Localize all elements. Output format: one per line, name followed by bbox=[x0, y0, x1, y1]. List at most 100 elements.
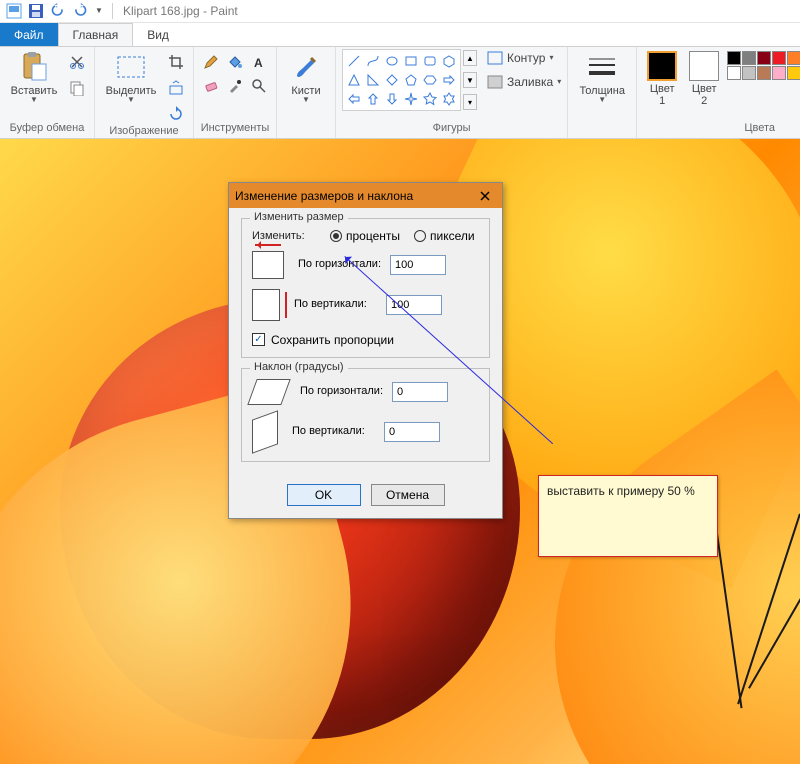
vertical-input[interactable] bbox=[386, 295, 442, 315]
view-tab[interactable]: Вид bbox=[133, 23, 183, 46]
group-thickness: Толщина ▼ bbox=[568, 47, 637, 138]
color-swatch[interactable] bbox=[787, 51, 800, 65]
shape-polygon-icon[interactable] bbox=[440, 52, 458, 70]
color-swatch[interactable] bbox=[757, 51, 771, 65]
pixels-radio[interactable]: пиксели bbox=[414, 229, 475, 243]
shape-star6-icon[interactable] bbox=[440, 90, 458, 108]
shapes-gallery[interactable] bbox=[342, 49, 461, 111]
shape-star5-icon[interactable] bbox=[421, 90, 439, 108]
pencil-icon[interactable] bbox=[200, 51, 222, 73]
title-bar: ▼ Klipart 168.jpg - Paint bbox=[0, 0, 800, 23]
shape-line-icon[interactable] bbox=[345, 52, 363, 70]
home-tab-label: Главная bbox=[73, 28, 119, 42]
percent-label: проценты bbox=[346, 229, 400, 243]
shape-arrow-u-icon[interactable] bbox=[364, 90, 382, 108]
copy-icon[interactable] bbox=[66, 77, 88, 99]
resize-group-label: Изменить размер bbox=[250, 211, 348, 223]
color-swatch[interactable] bbox=[742, 51, 756, 65]
gallery-more-icon[interactable]: ▾ bbox=[463, 94, 477, 110]
color-swatch[interactable] bbox=[727, 51, 741, 65]
shape-curve-icon[interactable] bbox=[364, 52, 382, 70]
percent-radio[interactable]: проценты bbox=[330, 229, 400, 243]
fill-button[interactable]: Заливка ▾ bbox=[487, 75, 561, 89]
window-title: Klipart 168.jpg - Paint bbox=[123, 4, 238, 18]
resize-dialog: Изменение размеров и наклона Изменить ра… bbox=[228, 182, 503, 519]
shape-diamond-icon[interactable] bbox=[383, 71, 401, 89]
shape-star4-icon[interactable] bbox=[402, 90, 420, 108]
ok-button[interactable]: OK bbox=[287, 484, 361, 506]
horizontal-icon bbox=[252, 251, 284, 279]
fill-label: Заливка bbox=[507, 75, 553, 89]
magnifier-icon[interactable] bbox=[248, 75, 270, 97]
paste-button[interactable]: Вставить ▼ bbox=[6, 49, 62, 104]
shape-triangle-icon[interactable] bbox=[345, 71, 363, 89]
color2-swatch bbox=[689, 51, 719, 81]
fill-icon[interactable] bbox=[224, 51, 246, 73]
group-colors: Цвет 1 Цвет 2 Цвета bbox=[637, 47, 800, 138]
shape-pentagon-icon[interactable] bbox=[402, 71, 420, 89]
undo-icon[interactable] bbox=[48, 1, 68, 21]
horizontal-input[interactable] bbox=[390, 255, 446, 275]
cut-icon[interactable] bbox=[66, 51, 88, 73]
crop-icon[interactable] bbox=[165, 51, 187, 73]
group-colors-label: Цвета bbox=[744, 122, 775, 138]
chevron-down-icon: ▾ bbox=[557, 77, 561, 86]
color2-button[interactable]: Цвет 2 bbox=[685, 49, 723, 109]
file-tab[interactable]: Файл bbox=[0, 23, 58, 46]
group-clipboard-label: Буфер обмена bbox=[10, 122, 85, 138]
color-swatch[interactable] bbox=[787, 66, 800, 80]
group-tools-label: Инструменты bbox=[201, 122, 270, 138]
skew-vertical-label: По вертикали: bbox=[292, 425, 384, 438]
pixels-label: пиксели bbox=[430, 229, 475, 243]
text-icon[interactable]: A bbox=[248, 51, 270, 73]
group-tools: A Инструменты bbox=[194, 47, 277, 138]
shape-hexagon-icon[interactable] bbox=[421, 71, 439, 89]
save-icon[interactable] bbox=[26, 1, 46, 21]
chevron-down-icon: ▾ bbox=[549, 53, 553, 62]
redo-icon[interactable] bbox=[70, 1, 90, 21]
picker-icon[interactable] bbox=[224, 75, 246, 97]
brushes-button[interactable]: Кисти ▼ bbox=[283, 49, 329, 104]
color1-button[interactable]: Цвет 1 bbox=[643, 49, 681, 109]
skew-horizontal-input[interactable] bbox=[392, 382, 448, 402]
group-image: Выделить ▼ Изображение bbox=[95, 47, 194, 138]
color-swatch[interactable] bbox=[772, 51, 786, 65]
svg-text:A: A bbox=[254, 56, 263, 70]
color-swatch[interactable] bbox=[727, 66, 741, 80]
checkbox-icon: ✓ bbox=[252, 333, 265, 346]
shape-rtriangle-icon[interactable] bbox=[364, 71, 382, 89]
color-swatch[interactable] bbox=[757, 66, 771, 80]
cancel-label: Отмена bbox=[386, 488, 429, 502]
gallery-down-icon[interactable]: ▼ bbox=[463, 72, 477, 88]
resize-icon[interactable] bbox=[165, 77, 187, 99]
app-icon bbox=[4, 1, 24, 21]
rotate-icon[interactable] bbox=[165, 103, 187, 125]
radio-dot-icon bbox=[414, 230, 426, 242]
thickness-button[interactable]: Толщина ▼ bbox=[574, 49, 630, 104]
dialog-titlebar[interactable]: Изменение размеров и наклона bbox=[229, 183, 502, 208]
ribbon-tabs: Файл Главная Вид bbox=[0, 23, 800, 46]
color-swatch[interactable] bbox=[742, 66, 756, 80]
skew-group: Наклон (градусы) По горизонтали: По верт… bbox=[241, 368, 490, 462]
color-swatch[interactable] bbox=[772, 66, 786, 80]
shape-arrow-l-icon[interactable] bbox=[345, 90, 363, 108]
cancel-button[interactable]: Отмена bbox=[371, 484, 445, 506]
shape-arrow-r-icon[interactable] bbox=[440, 71, 458, 89]
group-shapes-label: Фигуры bbox=[433, 122, 471, 138]
ribbon: Вставить ▼ Буфер обмена Выделить ▼ bbox=[0, 46, 800, 139]
outline-button[interactable]: Контур ▾ bbox=[487, 51, 561, 65]
shape-roundrect-icon[interactable] bbox=[421, 52, 439, 70]
gallery-up-icon[interactable]: ▲ bbox=[463, 50, 477, 66]
color-palette bbox=[727, 49, 800, 80]
close-button[interactable] bbox=[474, 187, 496, 205]
shape-oval-icon[interactable] bbox=[383, 52, 401, 70]
skew-vertical-input[interactable] bbox=[384, 422, 440, 442]
customize-qat-icon[interactable]: ▼ bbox=[92, 1, 106, 21]
eraser-icon[interactable] bbox=[200, 75, 222, 97]
view-tab-label: Вид bbox=[147, 28, 169, 42]
home-tab[interactable]: Главная bbox=[58, 23, 134, 46]
shape-rect-icon[interactable] bbox=[402, 52, 420, 70]
keep-ratio-checkbox[interactable]: ✓ Сохранить пропорции bbox=[252, 333, 394, 347]
shape-arrow-d-icon[interactable] bbox=[383, 90, 401, 108]
select-button[interactable]: Выделить ▼ bbox=[101, 49, 161, 104]
